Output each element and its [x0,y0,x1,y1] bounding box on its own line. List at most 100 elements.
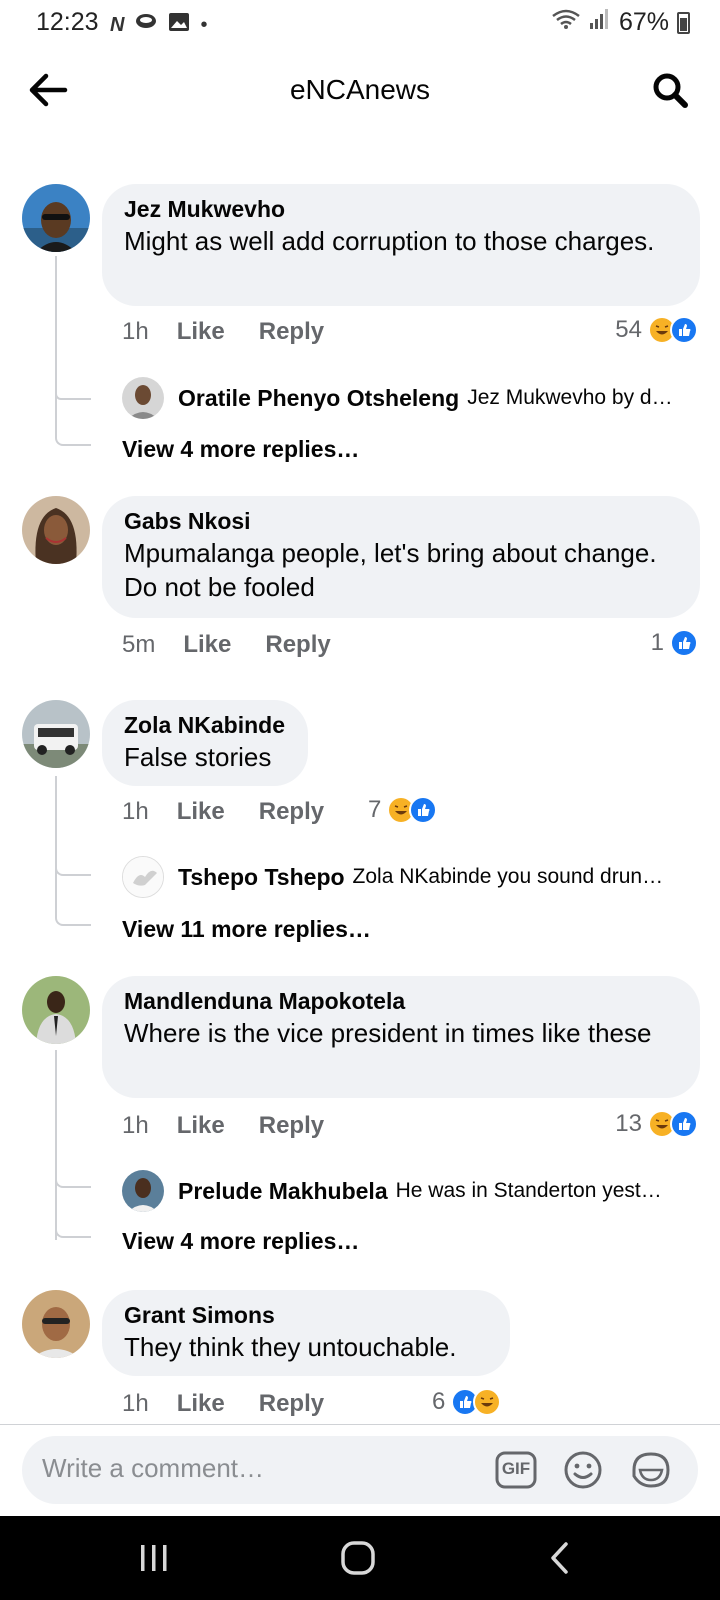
reaction-summary[interactable]: 6 [432,1388,502,1416]
haha-reaction-icon [473,1388,502,1416]
reply-snippet: He was in Standerton yest… [395,1179,662,1202]
view-more-replies[interactable]: View 11 more replies… [122,916,371,943]
comment-text: They think they untouchable. [124,1332,457,1362]
search-button[interactable] [648,68,692,112]
reaction-summary[interactable]: 13 [615,1110,698,1138]
reaction-count: 1 [650,629,664,656]
emoji-icon [564,1451,602,1489]
like-reaction-icon [409,796,438,824]
reply-button[interactable]: Reply [259,1390,324,1418]
like-button[interactable]: Like [177,798,225,826]
reply-preview[interactable]: Tshepo Tshepo Zola NKabinde you sound dr… [122,856,692,898]
avatar[interactable] [22,1290,90,1358]
comment-author[interactable]: Jez Mukwevho [124,194,680,224]
home-button[interactable] [328,1536,388,1580]
thread-branch [55,394,91,400]
recent-apps-button[interactable] [124,1536,184,1580]
composer-divider [0,1424,720,1425]
comment-text: Mpumalanga people, let's bring about cha… [124,538,657,602]
reply-button[interactable]: Reply [259,1112,324,1140]
notification-icons: N • [110,12,207,37]
gif-button[interactable]: GIF [494,1450,538,1490]
reaction-summary[interactable]: 1 [651,629,698,657]
avatar[interactable] [22,976,90,1044]
thread-line [55,256,57,436]
view-more-replies[interactable]: View 4 more replies… [122,436,359,463]
avatar[interactable] [22,496,90,564]
reply-preview[interactable]: Prelude Makhubela He was in Standerton y… [122,1170,692,1212]
thread-branch [55,1228,91,1238]
avatar[interactable] [22,700,90,768]
comment-actions: 1h Like Reply [122,318,358,346]
reply-button[interactable]: Reply [259,318,324,346]
thread-branch [55,866,91,876]
reply-author[interactable]: Oratile Phenyo Otsheleng [178,385,459,412]
reply-button[interactable]: Reply [259,798,324,826]
status-right: 67% [551,8,690,37]
gif-label: GIF [501,1459,531,1478]
comment-actions: 1h Like Reply [122,1112,358,1140]
reaction-count: 54 [615,316,642,343]
reaction-summary[interactable]: 54 [615,316,698,344]
home-icon [341,1541,375,1575]
comment-author[interactable]: Gabs Nkosi [124,506,680,536]
thread-branch [55,1178,91,1188]
reply-snippet: Zola NKabinde you sound drun… [352,865,664,888]
chevron-left-icon [551,1542,568,1574]
reaction-summary[interactable]: 7 [368,796,438,824]
like-reaction-icon [670,316,698,344]
comment-author[interactable]: Zola NKabinde [124,710,288,740]
gallery-notification-icon [168,12,190,37]
comment-author[interactable]: Grant Simons [124,1300,490,1330]
comment-text: False stories [124,742,272,772]
comment-time: 1h [122,1390,149,1417]
like-button[interactable]: Like [177,1112,225,1140]
battery-percent: 67% [618,8,669,36]
system-nav-bar [0,1516,720,1600]
system-back-button[interactable] [530,1536,590,1580]
chat-notification-icon [134,12,158,37]
like-button[interactable]: Like [177,1390,225,1418]
status-bar: 12:23 N • 67% [0,0,720,46]
view-more-replies[interactable]: View 4 more replies… [122,1228,359,1255]
sticker-button[interactable] [630,1450,672,1490]
thread-line [55,1050,57,1240]
reaction-count: 13 [615,1110,642,1137]
search-icon [653,73,688,108]
reply-author[interactable]: Prelude Makhubela [178,1178,388,1205]
like-button[interactable]: Like [177,318,225,346]
reply-preview[interactable]: Oratile Phenyo Otsheleng Jez Mukwevho by… [122,377,692,419]
reaction-count: 7 [368,796,382,823]
comment-bubble[interactable]: Mandlenduna Mapokotela Where is the vice… [102,976,700,1098]
comment-author[interactable]: Mandlenduna Mapokotela [124,986,680,1016]
reply-button[interactable]: Reply [265,631,330,659]
reply-snippet: Jez Mukwevho by d… [467,386,673,409]
thread-branch [55,436,91,446]
more-notifications-dot: • [200,13,208,36]
news-notification-icon: N [110,13,125,36]
page-title: eNCAnews [289,74,431,105]
comment-input[interactable] [42,1453,462,1484]
recent-apps-icon [141,1545,167,1571]
avatar[interactable] [122,1170,164,1212]
avatar[interactable] [122,377,164,419]
comment-composer: GIF [22,1436,698,1504]
comment-bubble[interactable]: Gabs Nkosi Mpumalanga people, let's brin… [102,496,700,618]
avatar[interactable] [122,856,164,898]
comment-bubble[interactable]: Grant Simons They think they untouchable… [102,1290,510,1376]
like-reaction-icon [670,1110,698,1138]
sticker-icon [632,1452,670,1488]
avatar[interactable] [22,184,90,252]
emoji-button[interactable] [562,1450,604,1490]
comment-time: 1h [122,1112,149,1139]
comment-time: 1h [122,798,149,825]
comment-bubble[interactable]: Zola NKabinde False stories [102,700,308,786]
comment-time: 1h [122,318,149,345]
status-time: 12:23 [36,8,99,36]
like-button[interactable]: Like [183,631,231,659]
comment-bubble[interactable]: Jez Mukwevho Might as well add corruptio… [102,184,700,306]
reply-author[interactable]: Tshepo Tshepo [178,864,345,891]
battery-icon [677,11,690,34]
comment-text: Might as well add corruption to those ch… [124,226,655,256]
reaction-count: 6 [432,1388,446,1415]
